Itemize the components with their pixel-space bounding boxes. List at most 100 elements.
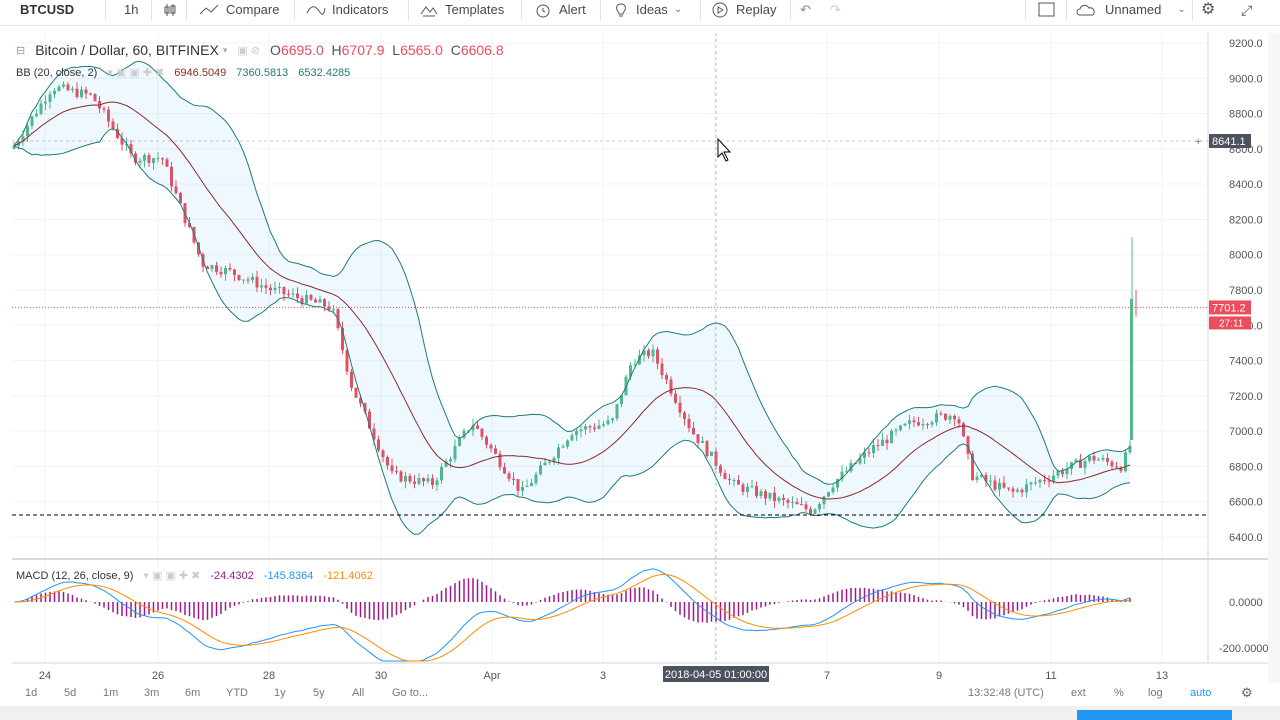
price-tick-label: 6800.0 (1229, 461, 1263, 473)
replay-button[interactable]: Replay (710, 0, 776, 22)
mouse-cursor-icon (717, 137, 732, 162)
compare-icon (199, 4, 219, 15)
toolbar-divider (700, 0, 701, 20)
toolbar-divider (105, 0, 106, 20)
toolbar-divider (294, 0, 295, 20)
range-6m[interactable]: 6m (185, 687, 200, 699)
undo-icon: ↶ (800, 2, 811, 17)
toolbar-divider (1025, 0, 1026, 20)
price-tick-label: 8800.0 (1229, 109, 1263, 121)
close-value: 6606.8 (460, 42, 504, 58)
fullscreen-toggle[interactable] (1038, 0, 1056, 22)
ext-toggle[interactable]: ext (1071, 687, 1086, 699)
alert-button[interactable]: Alert (533, 0, 586, 22)
price-tick-label: 7200.0 (1229, 391, 1263, 403)
compare-button[interactable]: Compare (198, 0, 279, 22)
main-legend: ⊟ Bitcoin / Dollar, 60, BITFINEX ▾ ▣ ⊘ O… (16, 42, 504, 58)
chart-container[interactable]: 9200.0 9000.0 8800.0 8600.0 8400.0 8200.0 8000… (12, 33, 1269, 683)
indicators-icon (306, 6, 326, 15)
range-3m[interactable]: 3m (144, 687, 159, 699)
price-tick-label: 6400.0 (1229, 532, 1263, 544)
layout-save-button[interactable]: Unnamed ⌄ (1075, 0, 1186, 22)
goto-button[interactable]: Go to... (392, 687, 428, 699)
toolbar-divider (408, 0, 409, 20)
series-title: Bitcoin / Dollar, 60, BITFINEX (35, 42, 219, 58)
ideas-button[interactable]: Ideas ⌄ (612, 0, 682, 22)
collapse-icon[interactable]: ⊟ (16, 44, 25, 57)
macd-controls[interactable]: ▾ ▣ ▣ ✚ ✖ (143, 569, 200, 582)
candles-icon (164, 4, 176, 16)
crosshair-time-label: 2018-04-05 01:00:00 (665, 669, 767, 681)
open-value: 6695.0 (280, 42, 324, 58)
range-all[interactable]: All (352, 687, 364, 699)
toolbar-divider (1192, 0, 1193, 20)
last-price-label: 7701.2 (1212, 302, 1246, 314)
price-tick-label: 8000.0 (1229, 250, 1263, 262)
macd-line (13, 568, 1131, 662)
price-tick-label: 6600.0 (1229, 497, 1263, 509)
indicators-button[interactable]: Indicators (306, 0, 388, 22)
time-tick-label: 26 (152, 670, 164, 682)
time-tick-label: 3 (600, 670, 606, 682)
range-1m[interactable]: 1m (103, 687, 118, 699)
templates-button[interactable]: Templates (419, 0, 504, 22)
high-value: 6707.9 (341, 42, 385, 58)
toolbar-divider (600, 0, 601, 20)
countdown-label: 27:11 (1219, 318, 1244, 329)
candle-body (1130, 298, 1133, 440)
candle-body (354, 387, 358, 398)
footer-action-button[interactable] (1077, 710, 1232, 720)
undo-button[interactable]: ↶ (800, 0, 811, 22)
range-ytd[interactable]: YTD (226, 687, 248, 699)
symbol-search[interactable]: BTCUSD (20, 0, 74, 22)
range-1d[interactable]: 1d (25, 687, 37, 699)
low-label: L (392, 42, 401, 58)
top-toolbar: BTCUSD 1h Compare Indicators Templates A… (0, 0, 1280, 26)
macd-signal-line (13, 573, 1131, 662)
gear-icon[interactable]: ⚙ (1241, 685, 1253, 701)
bb-controls[interactable]: ▾ ▣ ▣ ✚ ✖ (107, 66, 164, 79)
replay-label: Replay (736, 2, 777, 17)
redo-button[interactable]: ↷ (830, 0, 841, 22)
layout-name-label: Unnamed (1105, 2, 1162, 17)
redo-icon: ↷ (830, 2, 841, 17)
percent-toggle[interactable]: % (1114, 687, 1124, 699)
toolbar-divider (521, 0, 522, 20)
alert-label: Alert (559, 2, 586, 17)
auto-toggle[interactable]: auto (1190, 687, 1211, 699)
toolbar-divider (790, 0, 791, 20)
symbol-label: BTCUSD (20, 2, 75, 17)
candle-body (350, 371, 353, 388)
time-tick-label: 13 (1156, 670, 1168, 682)
chevron-down-icon: ⌄ (673, 4, 683, 15)
time-tick-label: 7 (824, 670, 830, 682)
price-tick-label: 7800.0 (1229, 285, 1263, 297)
time-tick-label: 28 (263, 670, 275, 682)
right-panel-edge (1268, 33, 1280, 683)
indicators-label: Indicators (332, 2, 389, 17)
expand-icon: ⤢ (1241, 2, 1253, 18)
bb-upper-value: 7360.5813 (236, 66, 289, 79)
price-tick-label: 8200.0 (1229, 214, 1263, 226)
ideas-label: Ideas (636, 2, 668, 17)
range-1y[interactable]: 1y (274, 687, 286, 699)
dropdown-icon[interactable]: ▾ (223, 45, 228, 56)
templates-icon (420, 6, 438, 17)
crosshair-price-label: 8641.1 (1212, 136, 1246, 148)
interval-button[interactable]: 1h (124, 0, 138, 22)
range-5d[interactable]: 5d (64, 687, 76, 699)
chart-style-button[interactable] (162, 0, 178, 22)
price-tick-label: 7000.0 (1229, 426, 1263, 438)
settings-button[interactable]: ⚙ (1201, 0, 1215, 22)
macd-label: MACD (12, 26, close, 9) (16, 569, 134, 582)
time-tick-label: 24 (39, 670, 51, 682)
log-toggle[interactable]: log (1148, 687, 1163, 699)
clock[interactable]: 13:32:48 (UTC) (968, 687, 1044, 699)
range-5y[interactable]: 5y (313, 687, 325, 699)
bb-lower-value: 6532.4285 (298, 66, 351, 79)
fullscreen-button[interactable]: ⤢ (1241, 0, 1252, 22)
lightbulb-icon (616, 3, 626, 17)
price-chart[interactable]: 9200.09000.08800.08600.08400.08200.08000… (12, 33, 1269, 683)
series-controls[interactable]: ▣ ⊘ (237, 44, 260, 57)
templates-label: Templates (445, 2, 505, 17)
